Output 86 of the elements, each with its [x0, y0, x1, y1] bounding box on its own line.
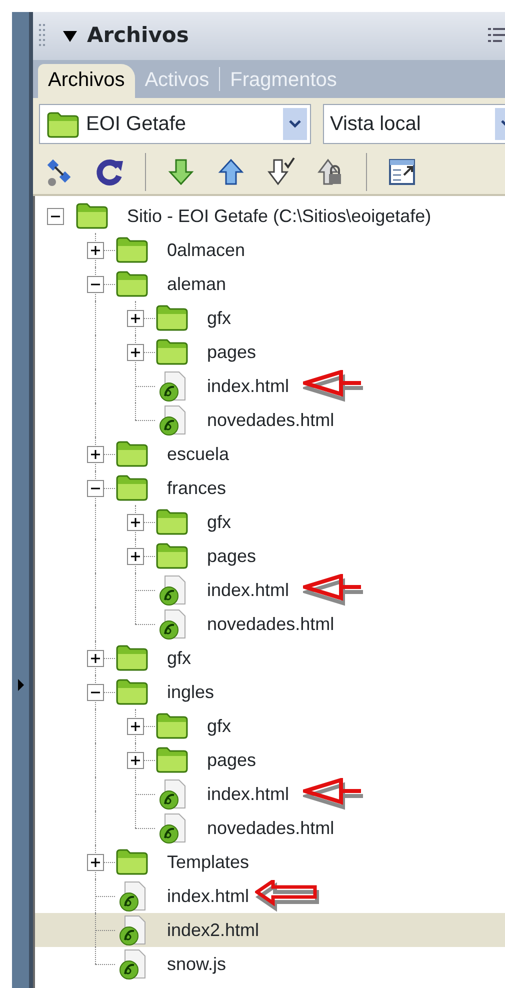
file-name: index.html [207, 782, 290, 806]
folder-row[interactable]: gfx [35, 301, 505, 335]
file-name: gfx [167, 646, 192, 670]
file-name: pages [207, 544, 256, 568]
folder-row[interactable]: gfx [35, 505, 505, 539]
file-row[interactable]: index2.html [35, 913, 505, 947]
expand-icon[interactable] [87, 854, 104, 871]
folder-row[interactable]: pages [35, 743, 505, 777]
file-name: Sitio - EOI Getafe (C:\Sitios\eoigetafe) [127, 204, 432, 228]
folder-icon [115, 677, 149, 707]
folder-icon [75, 201, 109, 231]
folder-row[interactable]: escuela [35, 437, 505, 471]
file-name: novedades.html [207, 612, 334, 636]
folder-icon [46, 110, 80, 138]
expand-icon[interactable] [127, 344, 144, 361]
folder-icon [155, 541, 189, 571]
expand-icon[interactable] [127, 514, 144, 531]
file-name: pages [207, 340, 256, 364]
file-name: 0almacen [167, 238, 246, 262]
folder-row[interactable]: gfx [35, 709, 505, 743]
folder-row[interactable]: pages [35, 539, 505, 573]
file-name: snow.js [167, 952, 226, 976]
file-row[interactable]: index.html [35, 777, 505, 811]
file-name: novedades.html [207, 408, 334, 432]
file-name: aleman [167, 272, 226, 296]
collapse-icon[interactable] [87, 276, 104, 293]
file-name: escuela [167, 442, 230, 466]
refresh-icon[interactable] [95, 157, 125, 187]
expand-icon[interactable] [127, 718, 144, 735]
collapse-icon[interactable] [87, 480, 104, 497]
collapse-triangle-icon[interactable] [63, 30, 77, 42]
down-arrow-check-icon[interactable] [266, 157, 296, 187]
folder-icon [115, 643, 149, 673]
site-select[interactable]: EOI Getafe [39, 104, 311, 144]
tab[interactable]: Archivos [38, 64, 135, 98]
folder-icon [115, 269, 149, 299]
folder-row[interactable]: aleman [35, 267, 505, 301]
folder-icon [155, 711, 189, 741]
panel-title: Archivos [87, 22, 189, 50]
grip-icon[interactable] [39, 24, 45, 48]
folder-icon [115, 235, 149, 265]
file-row[interactable]: novedades.html [35, 811, 505, 845]
file-row[interactable]: snow.js [35, 947, 505, 981]
folder-row[interactable]: 0almacen [35, 233, 505, 267]
expand-icon[interactable] [127, 310, 144, 327]
file-name: novedades.html [207, 816, 334, 840]
folder-icon [115, 847, 149, 877]
expand-icon[interactable] [127, 752, 144, 769]
file-name: index.html [207, 578, 290, 602]
folder-row[interactable]: ingles [35, 675, 505, 709]
file-name: Templates [167, 850, 250, 874]
folder-row[interactable]: frances [35, 471, 505, 505]
file-name: index.html [207, 374, 290, 398]
file-row[interactable]: novedades.html [35, 403, 505, 437]
down-arrow-icon[interactable] [166, 157, 196, 187]
collapse-handle-icon[interactable] [16, 679, 24, 691]
folder-icon [155, 337, 189, 367]
folder-row[interactable]: pages [35, 335, 505, 369]
folder-icon [155, 507, 189, 537]
folder-row[interactable]: gfx [35, 641, 505, 675]
expand-icon[interactable] [87, 446, 104, 463]
file-row[interactable]: index.html [35, 369, 505, 403]
collapse-icon[interactable] [87, 684, 104, 701]
folder-icon [155, 745, 189, 775]
file-name: index2.html [167, 918, 260, 942]
file-row[interactable]: index.html [35, 573, 505, 607]
expand-icon[interactable] [87, 242, 104, 259]
file-name: gfx [207, 510, 232, 534]
file-name: ingles [167, 680, 214, 704]
folder-row[interactable]: Sitio - EOI Getafe (C:\Sitios\eoigetafe) [35, 199, 505, 233]
view-select[interactable]: Vista local [323, 104, 505, 144]
expand-icon[interactable] [87, 650, 104, 667]
file-name: gfx [207, 306, 232, 330]
file-name: pages [207, 748, 256, 772]
collapse-icon[interactable] [47, 208, 64, 225]
expand-icon[interactable] [127, 548, 144, 565]
folder-icon [115, 473, 149, 503]
file-name: gfx [207, 714, 232, 738]
folder-icon [155, 303, 189, 333]
window-icon[interactable] [387, 157, 417, 187]
file-row[interactable]: novedades.html [35, 607, 505, 641]
file-name: index.html [167, 884, 250, 908]
file-name: frances [167, 476, 226, 500]
folder-row[interactable]: Templates [35, 845, 505, 879]
up-arrow-icon[interactable] [216, 157, 246, 187]
folder-icon [115, 439, 149, 469]
